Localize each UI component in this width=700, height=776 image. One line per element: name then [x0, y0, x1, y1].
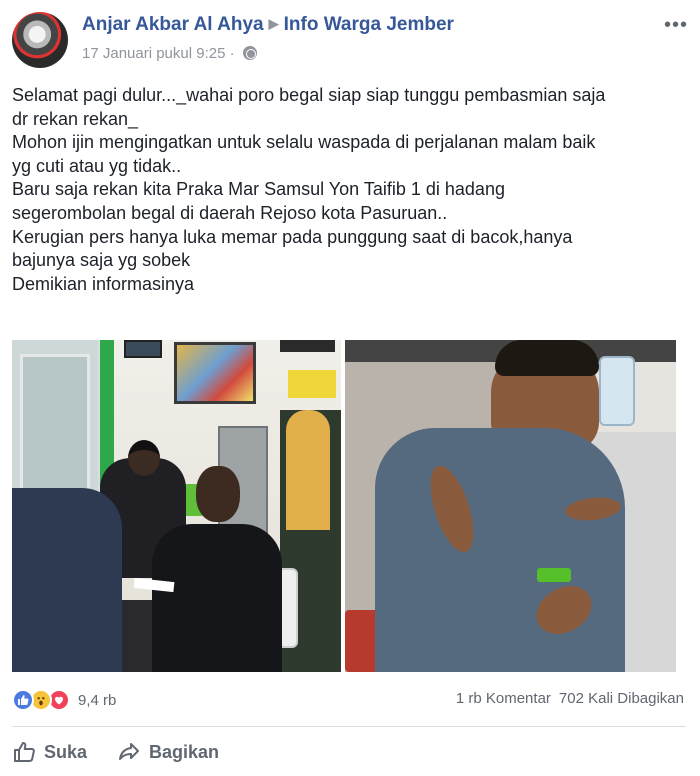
post-body-line: segerombolan begal di daerah Rejoso kota… — [12, 202, 448, 223]
like-button-label: Suka — [44, 741, 88, 762]
photo-hair — [495, 340, 599, 376]
comments-count-link[interactable]: 1 rb Komentar — [456, 690, 551, 707]
photo-person-back — [12, 488, 122, 672]
post-body-line: Demikian informasinya — [12, 273, 195, 294]
author-avatar[interactable] — [12, 12, 68, 68]
photo-yellow-shirt — [286, 410, 330, 530]
post-body-line: Selamat pagi dulur..._wahai poro begal s… — [12, 85, 606, 105]
meta-separator: · — [229, 45, 235, 62]
post-photo-office[interactable] — [12, 340, 341, 672]
post-body-line: dr rekan rekan_ — [12, 108, 139, 129]
thumbs-up-icon — [14, 742, 35, 762]
post-timestamp[interactable]: 17 Januari pukul 9:25 — [82, 45, 225, 62]
post-actions: Suka Bagikan — [12, 736, 249, 768]
globe-icon[interactable] — [242, 46, 257, 60]
post-stats: 1 rb Komentar 702 Kali Dibagikan — [456, 690, 684, 707]
photo-yellow-notes — [288, 370, 336, 398]
photo-shirt — [375, 428, 625, 672]
photo-head — [196, 466, 240, 522]
photo-shirt-logo — [537, 568, 571, 582]
share-button[interactable]: Bagikan — [117, 740, 219, 764]
post-body-line: yg cuti atau yg tidak.. — [12, 155, 182, 176]
share-arrow-icon — [119, 743, 140, 760]
group-name-link[interactable]: Info Warga Jember — [284, 14, 454, 35]
triangle-right-icon: ▶ — [268, 16, 279, 31]
photo-wall-poster — [174, 342, 256, 404]
post-body: Selamat pagi dulur..._wahai poro begal s… — [12, 84, 682, 296]
post-body-line: bajunya saja yg sobek — [12, 250, 191, 271]
post-photo-torn-shirt[interactable] — [345, 340, 676, 672]
post-header-title: Anjar Akbar Al Ahya ▶ Info Warga Jember — [82, 14, 454, 36]
reactions-summary[interactable]: 9,4 rb — [12, 688, 116, 712]
facebook-post: Anjar Akbar Al Ahya ▶ Info Warga Jember 17… — [0, 0, 700, 776]
shares-count-link[interactable]: 702 Kali Dibagikan — [559, 690, 684, 707]
photo-wall-frame — [280, 340, 335, 352]
photo-writing-man — [152, 466, 282, 672]
photo-head — [128, 440, 160, 476]
photo-bottle — [599, 356, 635, 426]
more-horizontal-icon[interactable]: ••• — [664, 14, 688, 37]
divider — [12, 726, 686, 727]
like-button[interactable]: Suka — [12, 740, 87, 764]
post-body-line: Mohon ijin mengingatkan untuk selalu was… — [12, 132, 596, 153]
photo-door-glass — [20, 354, 90, 504]
photo-shirt-tear — [564, 495, 622, 523]
reaction-count[interactable]: 9,4 rb — [78, 692, 116, 709]
post-meta: 17 Januari pukul 9:25 · — [82, 45, 257, 62]
photo-shirt-tear — [421, 460, 483, 558]
like-reaction-icon — [12, 689, 34, 711]
photo-shirt-tear — [527, 576, 601, 644]
photo-wall-frame — [124, 340, 162, 358]
post-body-line: Baru saja rekan kita Praka Mar Samsul Yo… — [12, 179, 505, 200]
author-name-link[interactable]: Anjar Akbar Al Ahya — [82, 14, 264, 35]
share-button-label: Bagikan — [149, 741, 220, 762]
post-body-line: Kerugian pers hanya luka memar pada pung… — [12, 226, 573, 247]
